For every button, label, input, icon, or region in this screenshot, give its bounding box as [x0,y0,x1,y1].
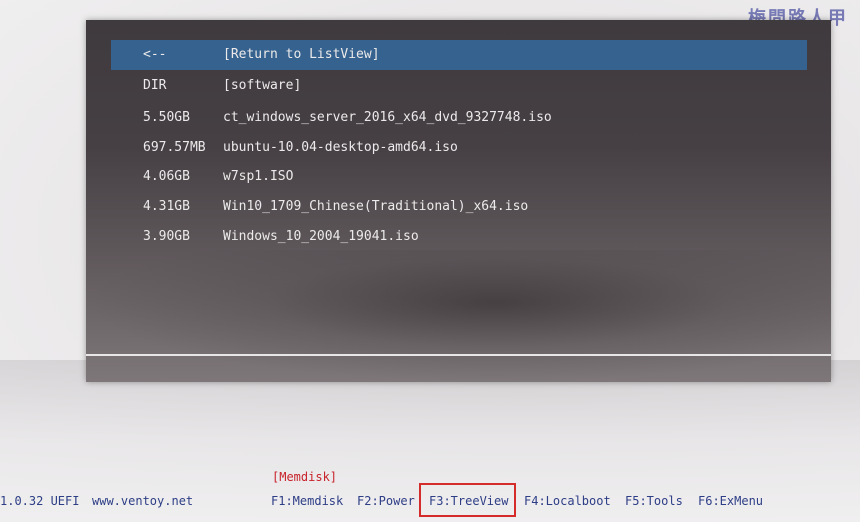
background-mountains [86,250,831,382]
panel-divider [86,354,831,356]
version-label: 1.0.32 UEFI [0,494,80,508]
item-name: Win10_1709_Chinese(Traditional)_x64.iso [223,199,529,214]
item-size: 4.31GB [143,199,190,214]
list-item-dir-software[interactable]: DIR [software] [111,71,807,101]
item-size: 4.06GB [143,169,190,184]
item-name: ct_windows_server_2016_x64_dvd_9327748.i… [223,110,552,125]
list-item-iso[interactable]: 3.90GB Windows_10_2004_19041.iso [111,222,807,252]
list-item-iso[interactable]: 697.57MB ubuntu-10.04-desktop-amd64.iso [111,133,807,163]
f5-tools-key[interactable]: F5:Tools [625,494,683,508]
list-item-iso[interactable]: 4.31GB Win10_1709_Chinese(Traditional)_x… [111,192,807,222]
item-name: Windows_10_2004_19041.iso [223,229,419,244]
item-name: [software] [223,78,302,93]
memdisk-mode-tag: [Memdisk] [272,470,338,484]
f2-power-key[interactable]: F2:Power [357,494,415,508]
f3-highlight-box [419,483,516,517]
file-list-panel: <-- [Return to ListView] DIR [software] … [86,20,831,382]
item-name: w7sp1.ISO [223,169,294,184]
list-item-return[interactable]: <-- [Return to ListView] [111,40,807,70]
item-name: ubuntu-10.04-desktop-amd64.iso [223,140,458,155]
item-name: [Return to ListView] [223,47,380,62]
list-item-iso[interactable]: 5.50GB ct_windows_server_2016_x64_dvd_93… [111,103,807,133]
item-size: <-- [143,47,167,62]
f4-localboot-key[interactable]: F4:Localboot [524,494,611,508]
item-size: 5.50GB [143,110,190,125]
f1-memdisk-key[interactable]: F1:Memdisk [271,494,343,508]
list-item-iso[interactable]: 4.06GB w7sp1.ISO [111,162,807,192]
f6-exmenu-key[interactable]: F6:ExMenu [698,494,763,508]
item-size: 697.57MB [143,140,206,155]
website-label: www.ventoy.net [92,494,194,508]
item-size: DIR [143,78,167,93]
item-size: 3.90GB [143,229,190,244]
